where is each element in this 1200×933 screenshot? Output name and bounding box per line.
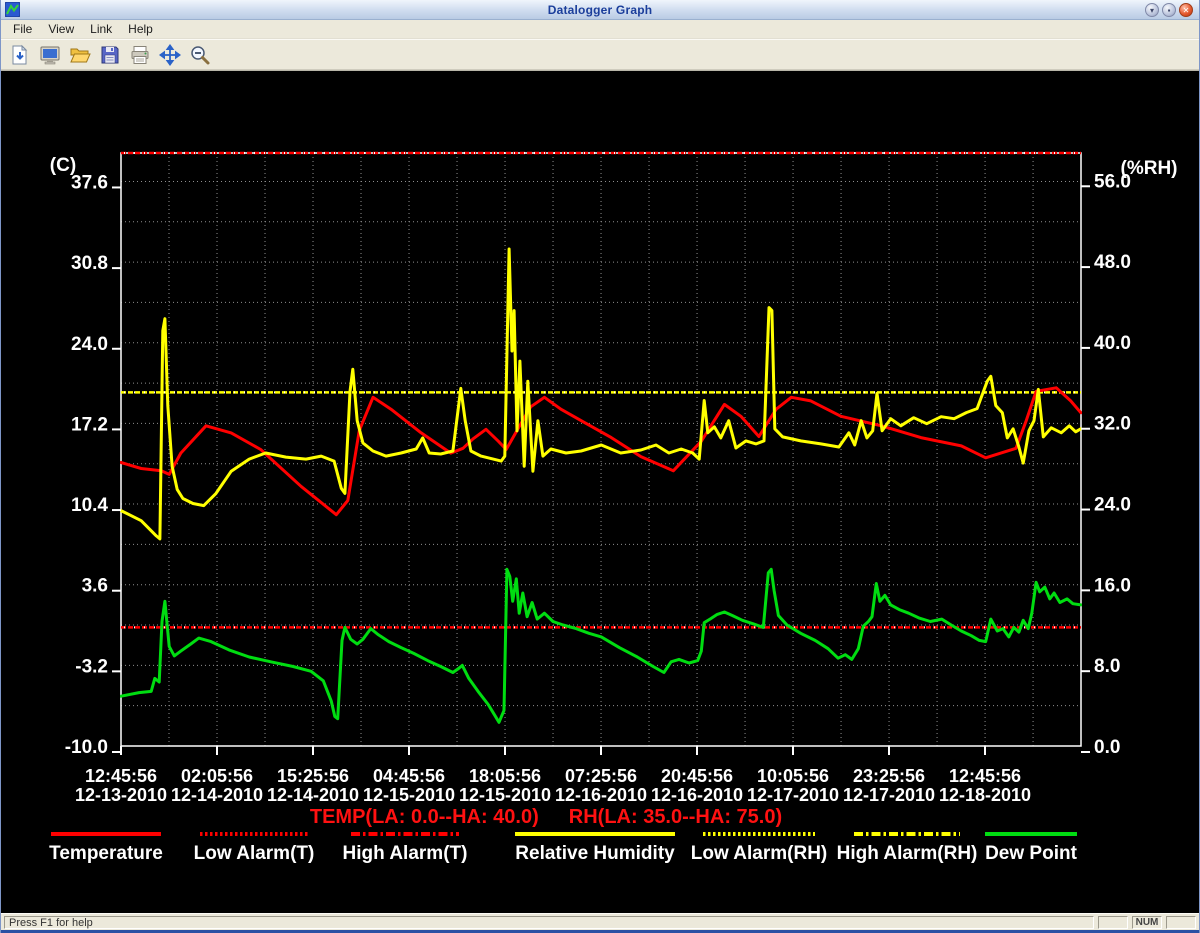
zoom-out-button[interactable] (186, 42, 214, 68)
menu-item-file[interactable]: File (5, 20, 40, 38)
grid (121, 153, 1081, 746)
svg-text:40.0: 40.0 (1094, 333, 1131, 354)
print-button[interactable] (126, 42, 154, 68)
svg-text:12-15-2010: 12-15-2010 (363, 785, 455, 805)
svg-text:Low Alarm(RH): Low Alarm(RH) (691, 843, 828, 864)
svg-text:17.2: 17.2 (71, 414, 108, 435)
svg-text:23:25:56: 23:25:56 (853, 766, 925, 786)
left-axis-unit: (C) (50, 155, 76, 176)
svg-text:12-18-2010: 12-18-2010 (939, 785, 1031, 805)
svg-text:12:45:56: 12:45:56 (949, 766, 1021, 786)
zoom-restore-button[interactable] (156, 42, 184, 68)
svg-text:High Alarm(T): High Alarm(T) (343, 843, 468, 864)
svg-text:High Alarm(RH): High Alarm(RH) (837, 843, 978, 864)
svg-text:12-15-2010: 12-15-2010 (459, 785, 551, 805)
svg-text:12-16-2010: 12-16-2010 (555, 785, 647, 805)
status-help-text: Press F1 for help (4, 916, 1094, 929)
svg-text:07:25:56: 07:25:56 (565, 766, 637, 786)
zoom-restore-icon (159, 44, 181, 66)
status-panel-scrl (1166, 916, 1196, 929)
status-bar: Press F1 for help NUM (1, 913, 1199, 930)
menu-bar: File View Link Help (1, 20, 1199, 39)
svg-text:24.0: 24.0 (1094, 495, 1131, 516)
open-file-button[interactable] (66, 42, 94, 68)
save-file-button[interactable] (96, 42, 124, 68)
svg-text:Temperature: Temperature (49, 843, 163, 864)
title-bar[interactable]: Datalogger Graph ▾ ▪ ✕ (1, 0, 1199, 20)
close-button[interactable]: ✕ (1179, 3, 1193, 17)
right-axis: 56.048.040.032.024.016.08.00.0(%RH) (1081, 158, 1178, 758)
svg-text:12-16-2010: 12-16-2010 (651, 785, 743, 805)
status-panel-cap (1098, 916, 1128, 929)
maximize-button[interactable]: ▪ (1162, 3, 1176, 17)
svg-text:-10.0: -10.0 (65, 737, 108, 758)
svg-text:20:45:56: 20:45:56 (661, 766, 733, 786)
svg-text:Relative Humidity: Relative Humidity (515, 843, 675, 864)
svg-text:Low Alarm(T): Low Alarm(T) (194, 843, 315, 864)
svg-text:16.0: 16.0 (1094, 575, 1131, 596)
chart-area: 37.630.824.017.210.43.6-3.2-10.0(C)56.04… (1, 70, 1199, 913)
download-data-icon (9, 44, 31, 66)
alarm-settings-text: TEMP(LA: 0.0--HA: 40.0) RH(LA: 35.0--HA:… (310, 806, 782, 828)
window-title: Datalogger Graph (1, 3, 1199, 17)
svg-text:15:25:56: 15:25:56 (277, 766, 349, 786)
x-axis: 12:45:5612-13-201002:05:5612-14-201015:2… (75, 746, 1031, 805)
svg-text:24.0: 24.0 (71, 334, 108, 355)
menu-item-link[interactable]: Link (82, 20, 120, 38)
svg-text:10.4: 10.4 (71, 495, 108, 516)
svg-text:37.6: 37.6 (71, 172, 108, 193)
zoom-out-icon (189, 44, 211, 66)
svg-text:30.8: 30.8 (71, 253, 108, 274)
left-axis: 37.6 30.8 24.0 17.2 10.4 3.6 -3.2 -10.0 (C) (50, 155, 121, 758)
menu-item-view[interactable]: View (40, 20, 82, 38)
svg-text:12-17-2010: 12-17-2010 (747, 785, 839, 805)
svg-text:48.0: 48.0 (1094, 252, 1131, 273)
printer-icon (129, 44, 151, 66)
svg-text:18:05:56: 18:05:56 (469, 766, 541, 786)
svg-text:0.0: 0.0 (1094, 737, 1120, 758)
svg-text:3.6: 3.6 (82, 576, 108, 597)
minimize-button[interactable]: ▾ (1145, 3, 1159, 17)
svg-text:Dew Point: Dew Point (985, 843, 1078, 864)
svg-text:04:45:56: 04:45:56 (373, 766, 445, 786)
svg-text:12-13-2010: 12-13-2010 (75, 785, 167, 805)
svg-text:02:05:56: 02:05:56 (181, 766, 253, 786)
legend: Temperature Low Alarm(T) High Alarm(T) Rela… (49, 834, 1077, 864)
open-folder-icon (69, 44, 91, 66)
svg-text:12-14-2010: 12-14-2010 (267, 785, 359, 805)
download-data-button[interactable] (6, 42, 34, 68)
svg-text:-3.2: -3.2 (75, 656, 108, 677)
svg-text:12-17-2010: 12-17-2010 (843, 785, 935, 805)
realtime-display-button[interactable] (36, 42, 64, 68)
right-axis-unit: (%RH) (1121, 158, 1178, 179)
temperature-series (121, 388, 1081, 515)
menu-item-help[interactable]: Help (120, 20, 161, 38)
num-lock-indicator: NUM (1132, 916, 1162, 929)
svg-text:12-14-2010: 12-14-2010 (171, 785, 263, 805)
monitor-icon (39, 44, 61, 66)
datalogger-window: Datalogger Graph ▾ ▪ ✕ File View Link He… (0, 0, 1200, 933)
datalogger-chart: 37.630.824.017.210.43.6-3.2-10.0(C)56.04… (1, 71, 1200, 914)
toolbar (1, 39, 1199, 70)
svg-text:32.0: 32.0 (1094, 414, 1131, 435)
svg-text:10:05:56: 10:05:56 (757, 766, 829, 786)
save-floppy-icon (99, 44, 121, 66)
svg-text:8.0: 8.0 (1094, 656, 1120, 677)
svg-text:12:45:56: 12:45:56 (85, 766, 157, 786)
